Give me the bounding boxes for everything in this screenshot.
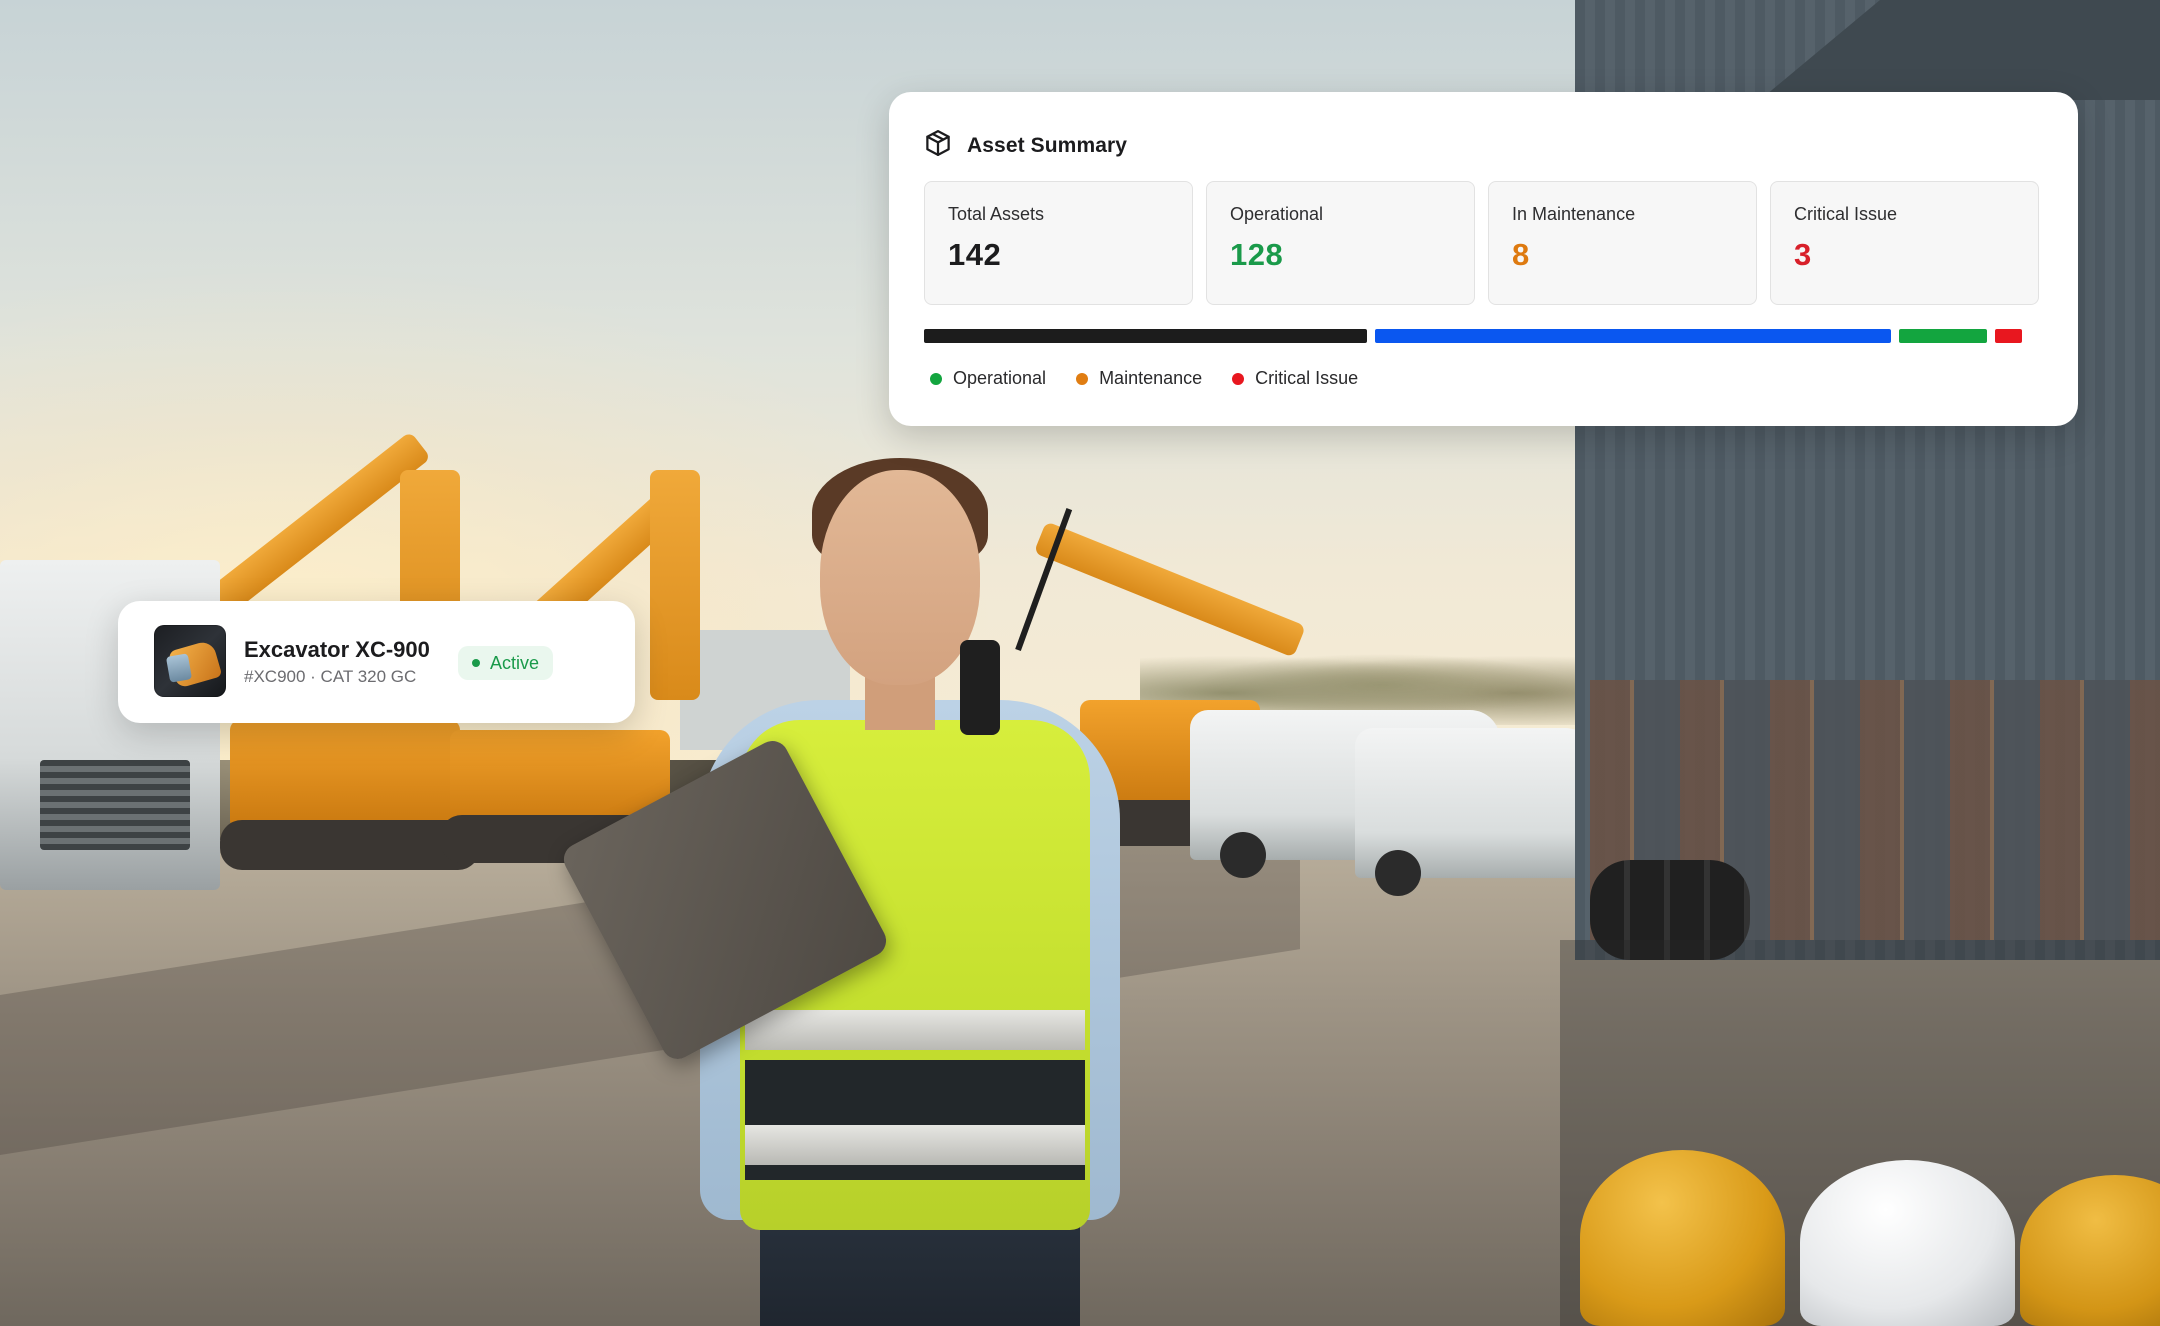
status-dot: [1232, 372, 1245, 385]
hard-hat-yellow: [1580, 1150, 1785, 1326]
stat-total-assets: Total Assets 142: [924, 181, 1193, 305]
distribution-segment: [1995, 329, 2022, 343]
stat-critical-issue: Critical Issue 3: [1770, 181, 2039, 305]
legend-item-critical-issue: Critical Issue: [1232, 368, 1358, 389]
legend-label: Maintenance: [1099, 368, 1203, 388]
stat-value: 142: [948, 237, 1002, 272]
status-dot: [930, 372, 942, 385]
stat-value: 128: [1230, 237, 1284, 272]
truck-grille: [40, 760, 190, 850]
stat-label: Operational: [1230, 204, 1324, 224]
asset-summary-header: Asset Summary: [923, 128, 1127, 163]
stat-label: Critical Issue: [1794, 204, 1898, 224]
excavator-arm: [650, 470, 700, 700]
worker-face: [820, 470, 980, 685]
legend-item-operational: Operational: [930, 368, 1046, 389]
legend-label: Critical Issue: [1255, 368, 1359, 388]
status-dot: [1076, 372, 1089, 385]
thumbnail-cab-window: [165, 653, 193, 683]
card-title: Asset Summary: [967, 133, 1128, 157]
vest-reflective-stripe: [745, 1010, 1085, 1050]
legend: Operational Maintenance Critical Issue: [930, 368, 1358, 389]
stat-value: 3: [1794, 237, 1812, 272]
equipment-card[interactable]: Excavator XC-900 #XC900 · CAT 320 GC Act…: [118, 601, 635, 723]
equipment-thumbnail: [154, 625, 226, 697]
asset-summary-card: Asset Summary Total Assets 142 Operation…: [889, 92, 2078, 426]
excavator-body: [230, 720, 460, 830]
status-dot: [472, 659, 480, 667]
distribution-segment: [1899, 329, 1987, 343]
stat-value: 8: [1512, 237, 1530, 272]
tire: [1220, 832, 1266, 878]
tire: [1375, 850, 1421, 896]
distribution-segment: [924, 329, 1367, 343]
stat-label: In Maintenance: [1512, 204, 1636, 224]
stat-operational: Operational 128: [1206, 181, 1475, 305]
equipment-meta: #XC900 · CAT 320 GC: [244, 667, 417, 686]
stats-row: Total Assets 142 Operational 128 In Main…: [924, 181, 2039, 305]
legend-item-maintenance: Maintenance: [1076, 368, 1202, 389]
stat-label: Total Assets: [948, 204, 1045, 224]
hard-hat-white: [1800, 1160, 2015, 1326]
status-label: Active: [490, 652, 540, 673]
status-badge: Active: [458, 646, 554, 680]
legend-label: Operational: [953, 368, 1047, 388]
stat-in-maintenance: In Maintenance 8: [1488, 181, 1757, 305]
cube-icon: [923, 128, 953, 163]
asset-distribution-bar: [924, 329, 2039, 343]
equipment-name: Excavator XC-900: [244, 637, 430, 662]
vest-reflective-stripe: [745, 1125, 1085, 1165]
walkie-talkie: [960, 640, 1000, 735]
distribution-segment: [1375, 329, 1891, 343]
